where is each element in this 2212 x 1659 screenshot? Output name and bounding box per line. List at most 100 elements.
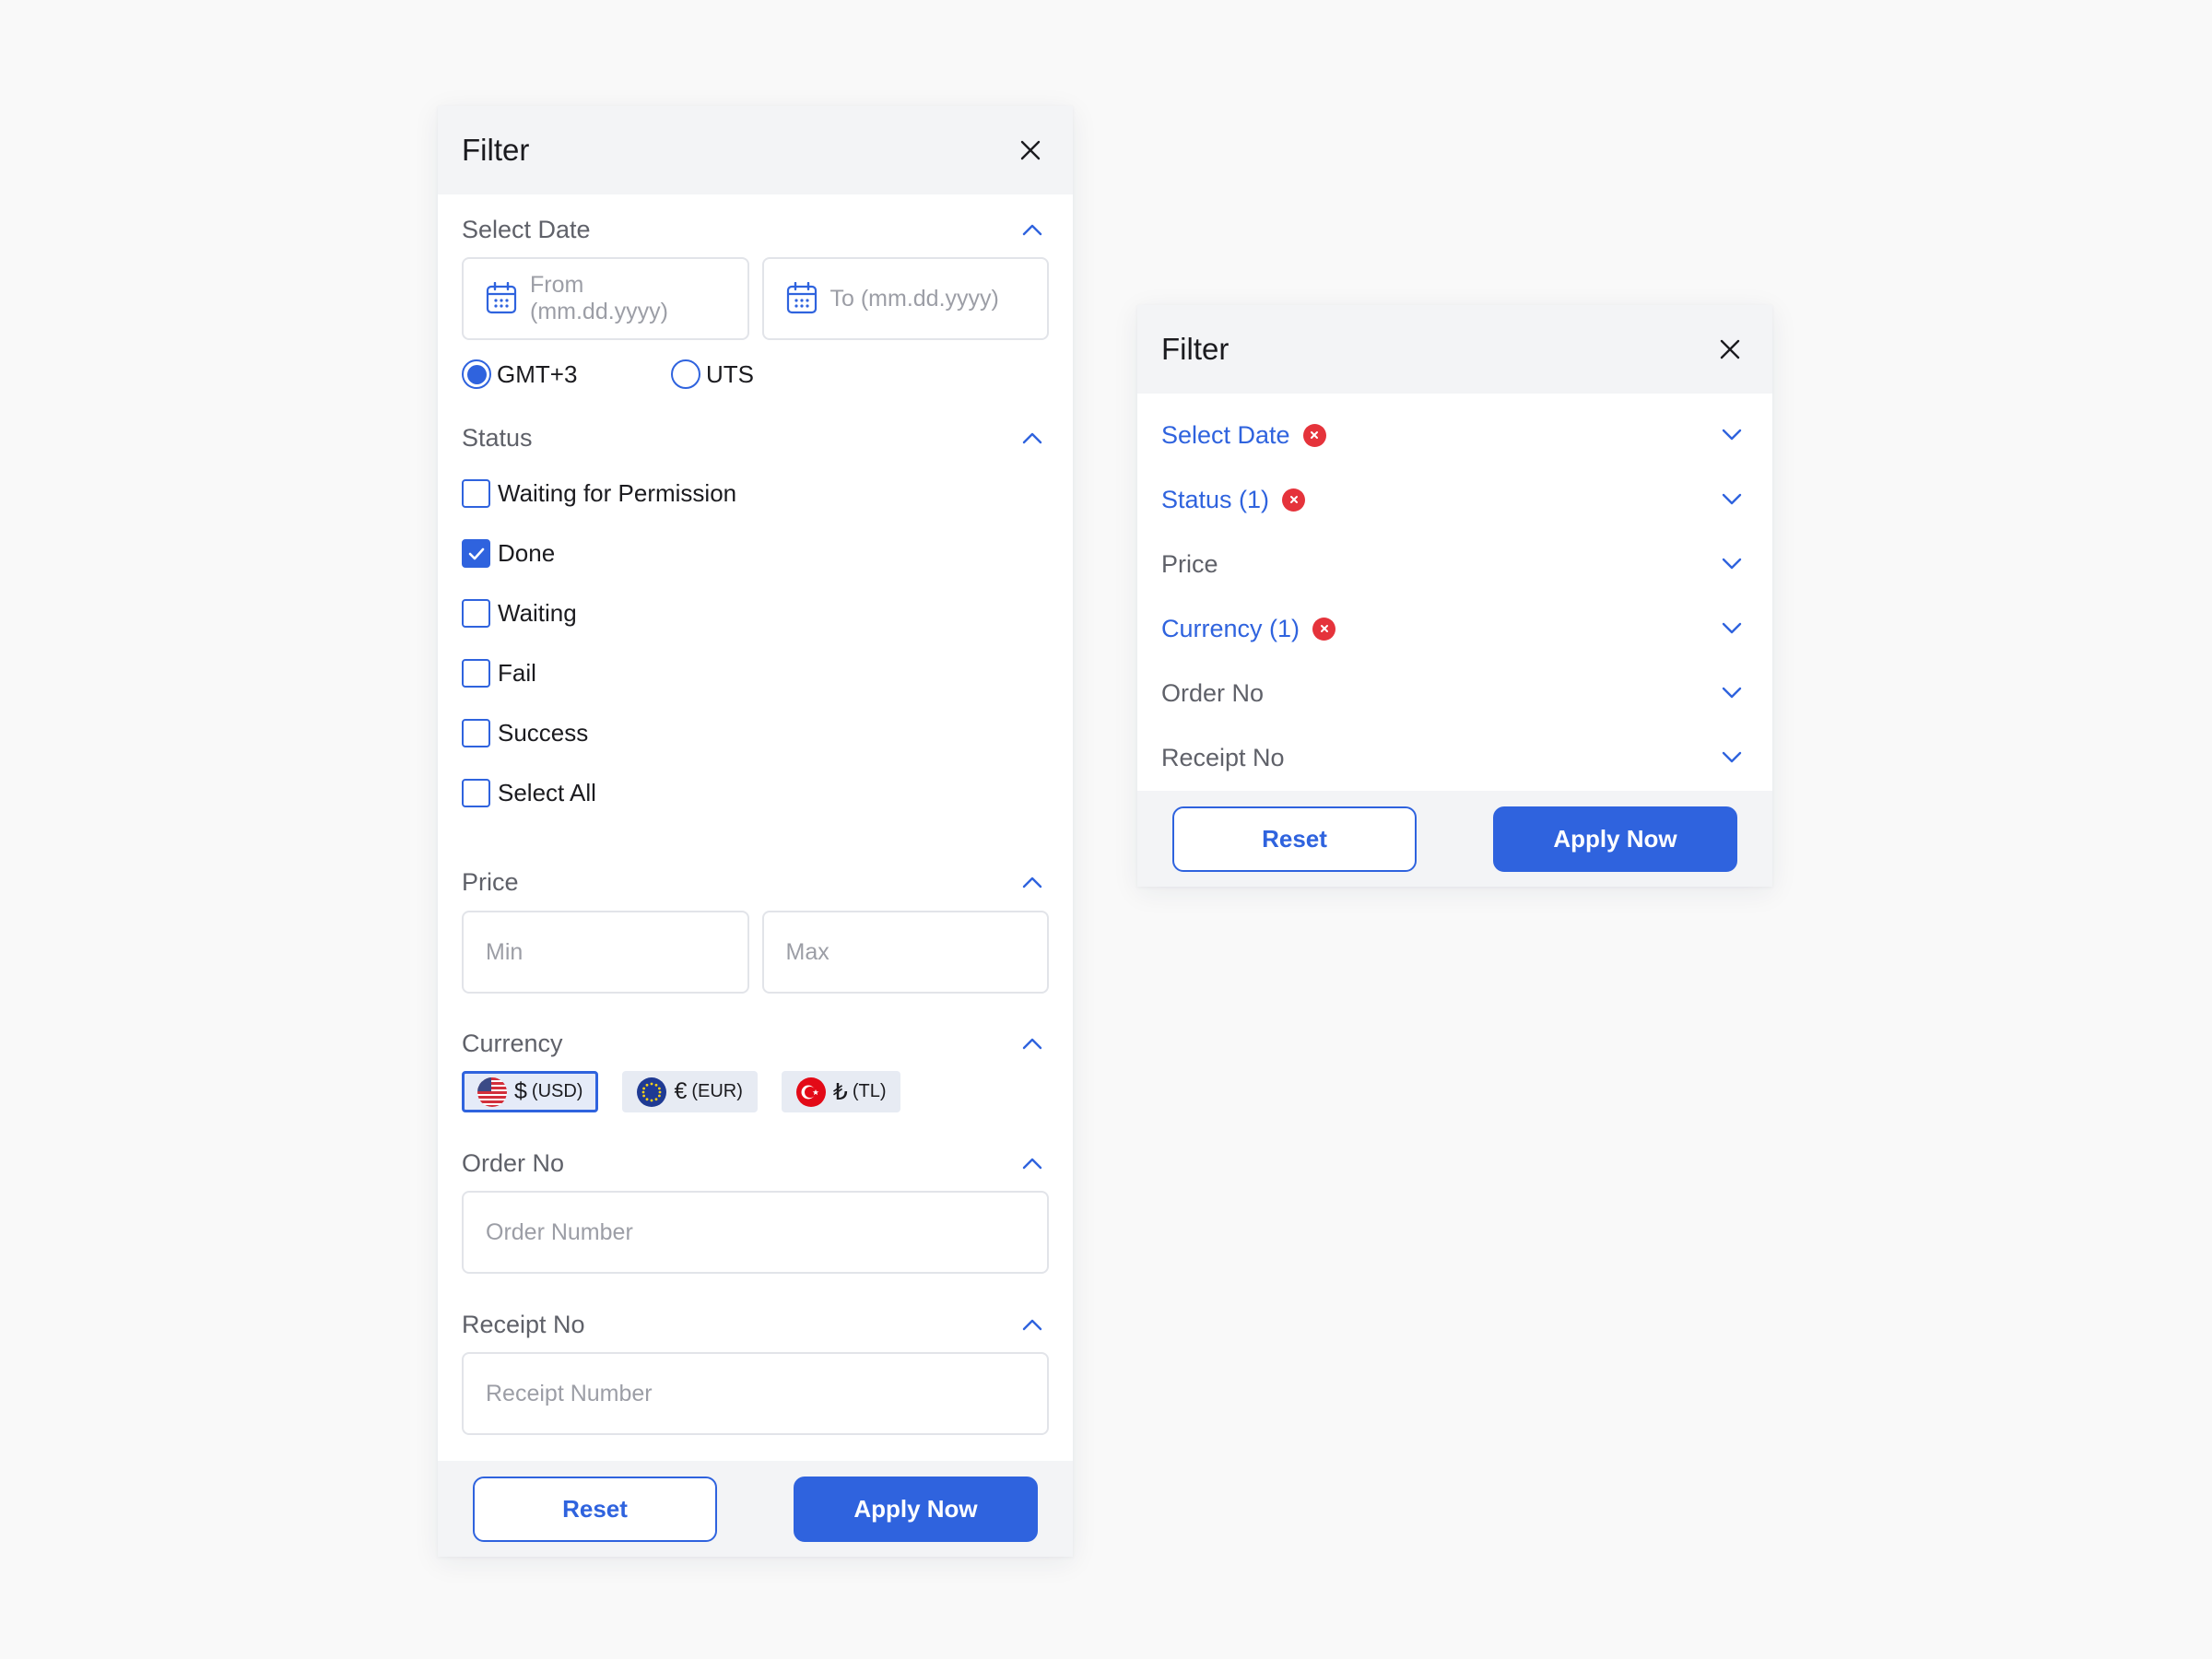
- accordion-select-date[interactable]: Select Date: [1137, 403, 1772, 467]
- chevron-down-icon[interactable]: [1715, 418, 1748, 452]
- currency-header[interactable]: Currency: [438, 1027, 1073, 1060]
- checkbox-checked[interactable]: [462, 539, 490, 568]
- order-no-header[interactable]: Order No: [438, 1147, 1073, 1180]
- check-success[interactable]: Success: [462, 703, 1049, 763]
- date-to-field[interactable]: To (mm.dd.yyyy): [761, 257, 1049, 340]
- usa-flag-icon: [477, 1077, 507, 1107]
- radio-gmt3[interactable]: GMT+3: [462, 359, 671, 389]
- chevron-up-icon[interactable]: [1016, 1147, 1049, 1180]
- accordion-label: Select Date: [1161, 420, 1290, 449]
- panel-title: Filter: [1161, 332, 1230, 366]
- price-max-field[interactable]: Max: [761, 911, 1049, 994]
- checkbox[interactable]: [462, 719, 490, 747]
- status-header[interactable]: Status: [438, 421, 1073, 454]
- calendar-icon: [786, 282, 818, 315]
- receipt-number-field[interactable]: Receipt Number: [462, 1352, 1049, 1435]
- radio-uts-label: UTS: [706, 359, 754, 388]
- price-min-field[interactable]: Min: [462, 911, 749, 994]
- chevron-up-icon[interactable]: [1016, 1027, 1049, 1060]
- price-header[interactable]: Price: [438, 865, 1073, 899]
- receipt-number-placeholder: Receipt Number: [486, 1380, 653, 1406]
- price-title: Price: [462, 867, 519, 896]
- checkbox[interactable]: [462, 779, 490, 807]
- apply-now-button[interactable]: Apply Now: [1493, 806, 1737, 872]
- currency-chip-eur[interactable]: € (EUR): [622, 1071, 758, 1112]
- panel-title: Filter: [462, 133, 530, 167]
- chevron-down-icon[interactable]: [1715, 483, 1748, 516]
- checkbox[interactable]: [462, 599, 490, 628]
- currency-title: Currency: [462, 1029, 563, 1057]
- eu-flag-icon: [637, 1077, 667, 1107]
- reset-button[interactable]: Reset: [1172, 806, 1417, 872]
- timezone-radio-group: GMT+3 UTS: [438, 358, 1073, 391]
- chevron-down-icon[interactable]: [1715, 612, 1748, 645]
- clear-filter-icon[interactable]: [1302, 423, 1326, 447]
- currency-code: (EUR): [691, 1081, 743, 1101]
- status-checklist: Waiting for Permission Done Waiting Fail…: [438, 464, 1073, 823]
- chevron-down-icon[interactable]: [1715, 741, 1748, 774]
- check-select-all[interactable]: Select All: [462, 763, 1049, 823]
- filter-panel-collapsed: Filter Select Date Status (1) Price Curr…: [1137, 305, 1772, 887]
- currency-symbol: ₺: [832, 1078, 848, 1105]
- accordion-currency[interactable]: Currency (1): [1137, 596, 1772, 661]
- reset-button[interactable]: Reset: [473, 1476, 717, 1542]
- checkbox[interactable]: [462, 479, 490, 508]
- turkey-flag-icon: [795, 1077, 826, 1107]
- clear-filter-icon[interactable]: [1282, 488, 1306, 512]
- chevron-down-icon[interactable]: [1715, 547, 1748, 581]
- price-min-placeholder: Min: [486, 938, 524, 965]
- date-from-placeholder: From (mm.dd.yyyy): [530, 272, 668, 324]
- radio-dot-selected[interactable]: [462, 359, 491, 389]
- checkbox[interactable]: [462, 659, 490, 688]
- filter-panel-expanded: Filter Select Date From (mm.dd.yyyy) To …: [438, 106, 1073, 1557]
- accordion-label: Order No: [1161, 678, 1265, 707]
- chevron-up-icon[interactable]: [1016, 1308, 1049, 1341]
- check-done[interactable]: Done: [462, 524, 1049, 583]
- check-label: Select All: [498, 779, 596, 806]
- check-label: Waiting: [498, 599, 577, 627]
- panel-footer: Reset Apply Now: [438, 1461, 1073, 1557]
- panel-header: Filter: [1137, 305, 1772, 394]
- select-date-header[interactable]: Select Date: [438, 213, 1073, 246]
- apply-now-button[interactable]: Apply Now: [794, 1476, 1038, 1542]
- accordion-receipt-no[interactable]: Receipt No: [1137, 725, 1772, 790]
- accordion-label: Receipt No: [1161, 743, 1285, 771]
- check-waiting[interactable]: Waiting: [462, 583, 1049, 643]
- currency-chip-tl[interactable]: ₺ (TL): [781, 1071, 901, 1112]
- receipt-no-header[interactable]: Receipt No: [438, 1308, 1073, 1341]
- radio-uts[interactable]: UTS: [671, 359, 754, 389]
- close-icon[interactable]: [1012, 132, 1049, 169]
- currency-chip-usd[interactable]: $ (USD): [462, 1071, 599, 1112]
- check-fail[interactable]: Fail: [462, 643, 1049, 703]
- chevron-up-icon[interactable]: [1016, 213, 1049, 246]
- check-label: Waiting for Permission: [498, 479, 737, 507]
- date-to-placeholder: To (mm.dd.yyyy): [830, 285, 999, 312]
- currency-symbol: €: [674, 1078, 688, 1104]
- close-icon[interactable]: [1712, 331, 1748, 368]
- accordion-price[interactable]: Price: [1137, 532, 1772, 596]
- order-number-field[interactable]: Order Number: [462, 1191, 1049, 1274]
- currency-code: (USD): [531, 1081, 583, 1101]
- receipt-no-title: Receipt No: [462, 1310, 585, 1338]
- accordion-order-no[interactable]: Order No: [1137, 661, 1772, 725]
- radio-gmt3-label: GMT+3: [497, 359, 578, 388]
- check-waiting-permission[interactable]: Waiting for Permission: [462, 464, 1049, 524]
- accordion-status[interactable]: Status (1): [1137, 467, 1772, 532]
- status-title: Status: [462, 423, 533, 452]
- date-from-field[interactable]: From (mm.dd.yyyy): [462, 257, 749, 340]
- clear-filter-icon[interactable]: [1312, 617, 1336, 641]
- accordion-label: Currency (1): [1161, 614, 1300, 642]
- check-label: Fail: [498, 659, 536, 687]
- checkmark-icon: [468, 547, 484, 559]
- chevron-down-icon[interactable]: [1715, 677, 1748, 710]
- chevron-up-icon[interactable]: [1016, 865, 1049, 899]
- accordion-list: Select Date Status (1) Price Currency (1…: [1137, 394, 1772, 790]
- chevron-up-icon[interactable]: [1016, 421, 1049, 454]
- order-number-placeholder: Order Number: [486, 1218, 633, 1245]
- radio-dot[interactable]: [671, 359, 700, 389]
- currency-symbol: $: [514, 1078, 527, 1104]
- select-date-title: Select Date: [462, 215, 591, 243]
- panel-footer: Reset Apply Now: [1137, 791, 1772, 887]
- currency-chips: $ (USD) € (EUR) ₺ (TL): [438, 1071, 1073, 1112]
- accordion-label: Price: [1161, 549, 1218, 578]
